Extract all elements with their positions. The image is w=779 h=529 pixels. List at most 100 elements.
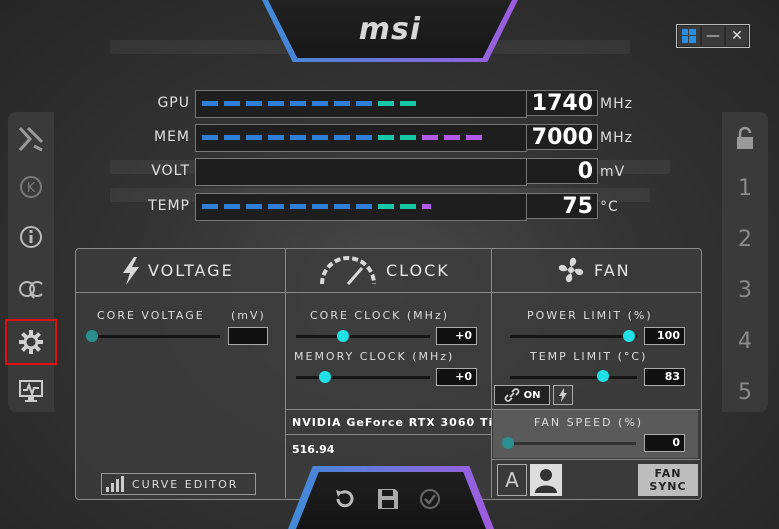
fan-sync-button[interactable]: FAN SYNC xyxy=(638,464,698,496)
core-voltage-unit: (mV) xyxy=(231,309,266,322)
curve-editor-label: CURVE EDITOR xyxy=(132,477,239,491)
monitor-icon[interactable] xyxy=(8,368,54,414)
selected-highlight xyxy=(5,319,57,365)
memory-clock-slider[interactable] xyxy=(319,371,331,383)
clock-title: CLOCK xyxy=(386,261,450,280)
memory-clock-track xyxy=(296,376,430,379)
apply-button[interactable] xyxy=(415,484,445,514)
driver-version: 516.94 xyxy=(292,443,335,456)
core-voltage-slider[interactable] xyxy=(86,330,98,342)
fan-speed-slider[interactable] xyxy=(502,437,514,449)
unlock-icon[interactable] xyxy=(722,118,768,158)
core-voltage-input[interactable] xyxy=(228,327,268,345)
gpu-meter-unit: MHz xyxy=(600,96,633,112)
volt-meter-label: VOLT xyxy=(151,163,190,179)
profile-5-button[interactable]: 5 xyxy=(722,372,768,412)
reset-button[interactable] xyxy=(330,484,360,514)
meter-segment xyxy=(422,204,431,209)
info-icon[interactable] xyxy=(8,214,54,260)
power-limit-label: POWER LIMIT (%) xyxy=(527,309,653,322)
power-limit-track xyxy=(510,335,637,338)
oc-icon[interactable] xyxy=(8,266,54,312)
volt-meter-value: 0 xyxy=(526,158,598,184)
fan-speed-label: FAN SPEED (%) xyxy=(534,416,644,429)
fan-title: FAN xyxy=(594,261,631,280)
meter-segment xyxy=(268,101,284,106)
meter-segment xyxy=(224,204,240,209)
core-clock-track xyxy=(296,335,430,338)
temp-meter-value: 75 xyxy=(526,193,598,219)
core-clock-slider[interactable] xyxy=(337,330,349,342)
profile-3-button[interactable]: 3 xyxy=(722,270,768,310)
lightning-icon xyxy=(559,388,567,402)
meter-segment xyxy=(400,135,416,140)
oc-scanner-icon[interactable] xyxy=(8,116,54,162)
divider xyxy=(75,292,701,293)
close-button[interactable]: ✕ xyxy=(726,26,748,46)
power-limit-input[interactable]: 100 xyxy=(644,327,685,345)
meter-segment xyxy=(246,101,262,106)
volt-meter-bar xyxy=(195,158,527,186)
profile-2-button[interactable]: 2 xyxy=(722,219,768,259)
temp-meter-bar xyxy=(195,193,527,221)
fan-auto-button[interactable]: A xyxy=(497,464,527,496)
divider xyxy=(286,434,491,435)
fan-sync-label: FAN SYNC xyxy=(649,467,687,493)
meter-segment xyxy=(290,204,306,209)
mem-meter-value: 7000 xyxy=(526,124,598,150)
volt-meter-unit: mV xyxy=(600,164,626,180)
speedometer-icon xyxy=(318,256,378,290)
meter-segment xyxy=(378,101,394,106)
save-button[interactable] xyxy=(373,484,403,514)
meter-segment xyxy=(290,135,306,140)
temp-limit-slider[interactable] xyxy=(597,370,609,382)
meter-segment xyxy=(334,204,350,209)
apply-icon xyxy=(420,489,440,509)
msi-logo: msi xyxy=(358,12,422,47)
meter-segment xyxy=(312,204,328,209)
core-clock-input[interactable]: +0 xyxy=(436,327,477,345)
core-voltage-track xyxy=(90,335,220,338)
mem-meter-label: MEM xyxy=(153,129,190,145)
curve-editor-button[interactable]: CURVE EDITOR xyxy=(101,473,256,495)
meter-segment xyxy=(202,135,218,140)
profile-4-button[interactable]: 4 xyxy=(722,321,768,361)
meter-segment xyxy=(334,101,350,106)
gpu-name: NVIDIA GeForce RTX 3060 Ti xyxy=(292,416,494,429)
power-limit-slider[interactable] xyxy=(623,330,635,342)
link-icon xyxy=(504,388,519,402)
gpu-meter-bar xyxy=(195,90,527,118)
meter-segment xyxy=(290,101,306,106)
afterburner-window: msi — ✕ K 1 2 3 4 5 GPU 1740 MHz MEM 700… xyxy=(0,0,779,529)
meter-segment xyxy=(378,204,394,209)
link-toggle[interactable]: ON xyxy=(494,385,550,405)
fan-speed-track xyxy=(506,442,636,445)
meter-segment xyxy=(356,204,372,209)
temp-limit-label: TEMP LIMIT (°C) xyxy=(530,350,648,363)
meter-segment xyxy=(466,135,482,140)
temp-limit-track xyxy=(510,376,637,379)
core-voltage-label: CORE VOLTAGE xyxy=(97,309,205,322)
profile-1-button[interactable]: 1 xyxy=(722,168,768,208)
temp-limit-input[interactable]: 83 xyxy=(644,368,685,386)
voltage-title: VOLTAGE xyxy=(148,261,234,280)
fan-icon xyxy=(556,255,586,289)
priority-lightning-button[interactable] xyxy=(553,385,573,405)
meter-segment xyxy=(400,101,416,106)
reset-icon xyxy=(336,490,354,508)
meter-segment xyxy=(422,135,438,140)
lightning-icon xyxy=(118,256,144,290)
temp-meter-label: TEMP xyxy=(148,198,190,214)
gpu-meter-label: GPU xyxy=(157,95,190,111)
user-fan-profile-button[interactable] xyxy=(530,464,562,496)
divider xyxy=(285,248,286,498)
kombustor-icon[interactable]: K xyxy=(8,164,54,210)
meter-segment xyxy=(356,135,372,140)
windows-icon[interactable] xyxy=(678,26,700,46)
fan-speed-input[interactable]: 0 xyxy=(644,434,685,452)
minimize-button[interactable]: — xyxy=(702,26,724,46)
meter-segment xyxy=(444,135,460,140)
memory-clock-input[interactable]: +0 xyxy=(436,368,477,386)
memory-clock-label: MEMORY CLOCK (MHz) xyxy=(294,350,455,363)
meter-segment xyxy=(246,135,262,140)
